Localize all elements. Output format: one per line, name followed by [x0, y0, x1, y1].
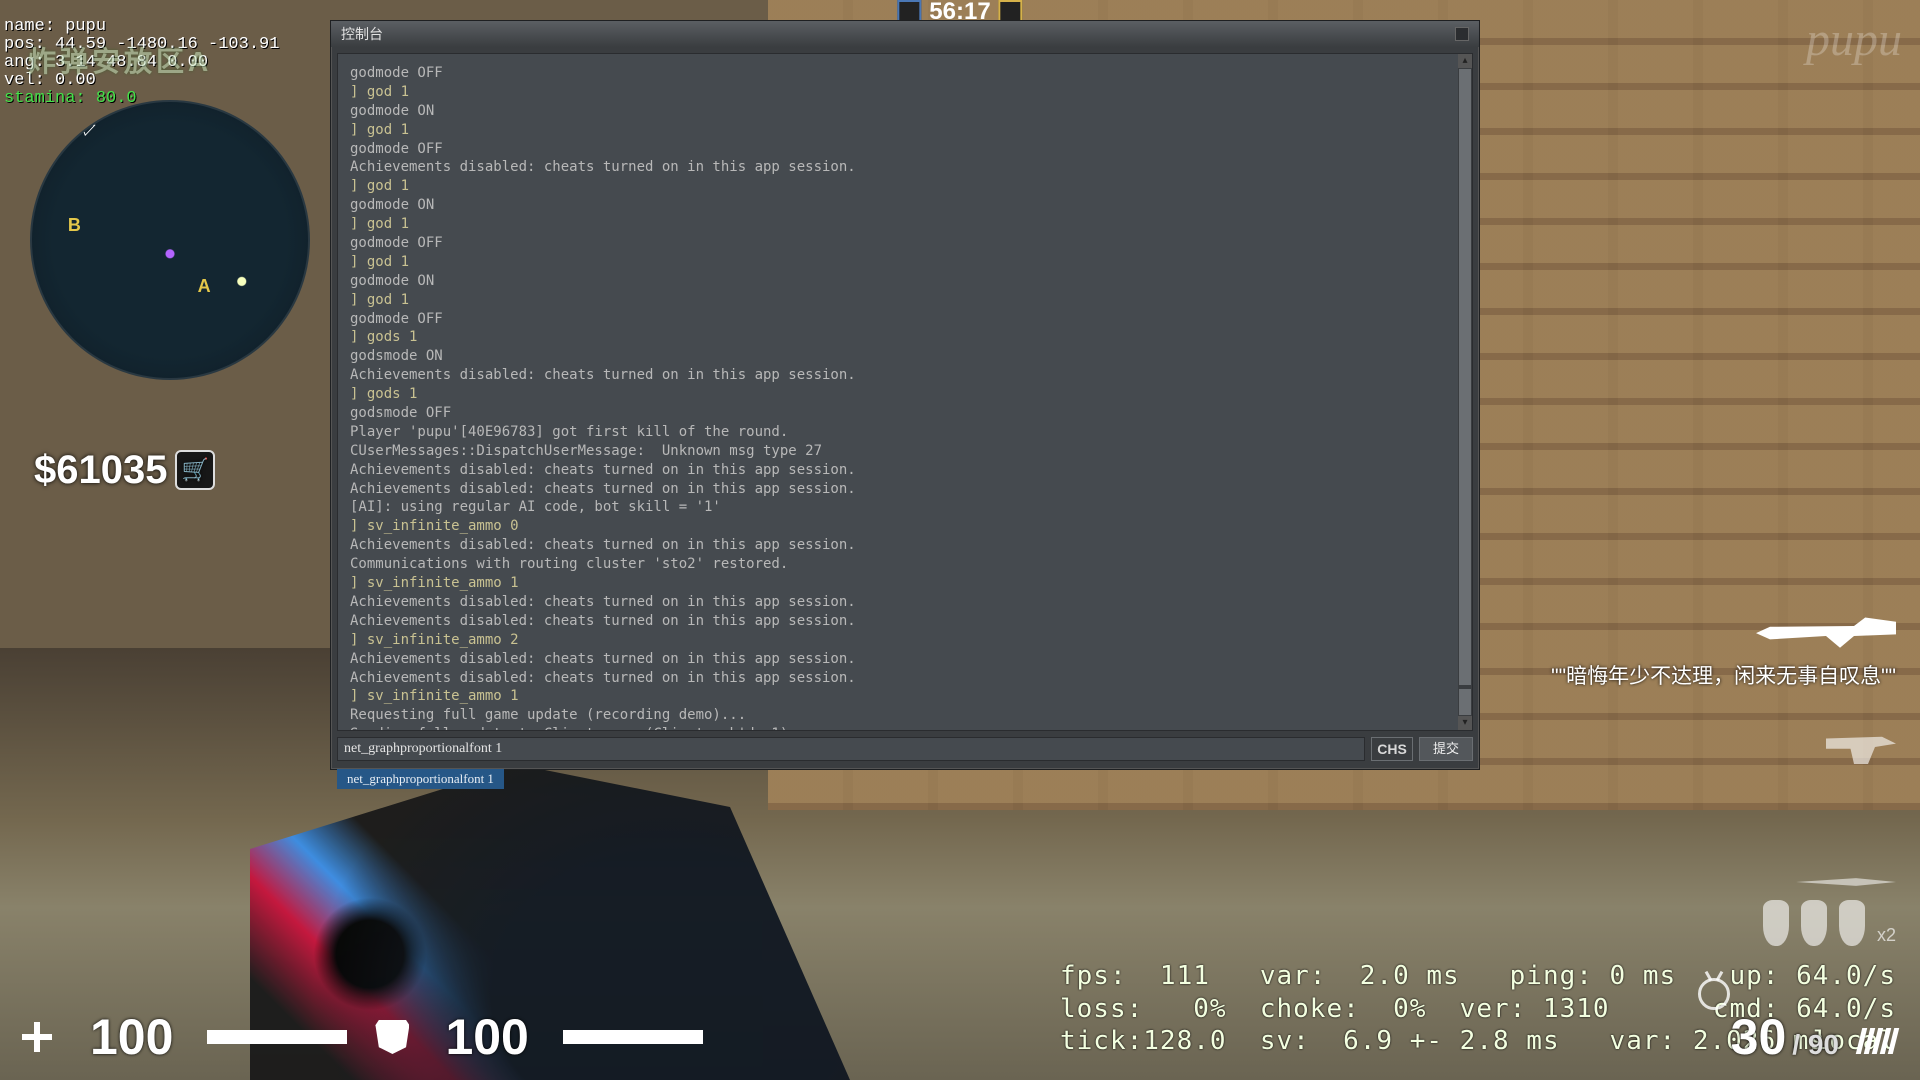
weapon-panel: ""暗悔年少不达理，闲来无事自叹息"" — [1551, 610, 1896, 895]
armor-bar — [563, 1030, 703, 1044]
console-line: Achievements disabled: cheats turned on … — [350, 536, 1460, 555]
console-line: godmode ON — [350, 196, 1460, 215]
console-output[interactable]: godmode OFF] god 1godmode ON] god 1godmo… — [337, 53, 1473, 731]
ammo-bullets-icon — [1859, 1028, 1896, 1054]
scroll-up-button[interactable]: ▴ — [1458, 54, 1472, 68]
primary-weapon-name: ""暗悔年少不达理，闲来无事自叹息"" — [1551, 660, 1896, 690]
console-line: Achievements disabled: cheats turned on … — [350, 461, 1460, 480]
player-watermark: pupu — [1806, 16, 1902, 64]
console-line: ] god 1 — [350, 215, 1460, 234]
defuser-icon — [1698, 978, 1730, 1010]
ammo-clip: 30 — [1731, 1012, 1787, 1062]
radar-site-b: B — [68, 215, 81, 236]
console-submit-button[interactable]: 提交 — [1419, 737, 1473, 761]
health-bar — [207, 1030, 347, 1044]
flash-grenade-icon — [1839, 900, 1865, 946]
console-line: ] gods 1 — [350, 328, 1460, 347]
console-line: godmode OFF — [350, 64, 1460, 83]
site-callout: 炸弹安放区A — [28, 40, 212, 80]
netgraph-line3: tick:128.0 sv: 6.9 +- 2.8 ms var: 2.026 … — [1060, 1026, 1826, 1056]
console-titlebar[interactable]: 控制台 — [331, 21, 1479, 47]
console-line: godsmode OFF — [350, 404, 1460, 423]
console-line: Sending full update to Client pupu (Clie… — [350, 725, 1460, 731]
money-amount: $61035 — [34, 450, 167, 490]
secondary-weapon-icon — [1826, 730, 1896, 764]
he-grenade-icon — [1801, 900, 1827, 946]
console-line: Achievements disabled: cheats turned on … — [350, 650, 1460, 669]
console-line: ] sv_infinite_ammo 1 — [350, 574, 1460, 593]
console-scrollbar[interactable]: ▴ ▾ — [1458, 54, 1472, 730]
ammo-reserve: / 90 — [1792, 1031, 1839, 1059]
health-icon — [20, 1020, 54, 1054]
developer-console[interactable]: 控制台 godmode OFF] god 1godmode ON] god 1g… — [330, 20, 1480, 770]
console-line: Achievements disabled: cheats turned on … — [350, 593, 1460, 612]
console-input[interactable] — [337, 737, 1365, 761]
hud-health-armor: 100 100 — [20, 1012, 703, 1062]
scroll-thumb[interactable] — [1459, 69, 1471, 685]
smoke-grenade-icon — [1763, 900, 1789, 946]
showpos-name: name: pupu — [4, 17, 106, 36]
console-line: godmode ON — [350, 102, 1460, 121]
console-line: Achievements disabled: cheats turned on … — [350, 612, 1460, 631]
console-line: ] god 1 — [350, 253, 1460, 272]
console-line: CUserMessages::DispatchUserMessage: Unkn… — [350, 442, 1460, 461]
console-line: godmode OFF — [350, 310, 1460, 329]
console-line: Achievements disabled: cheats turned on … — [350, 480, 1460, 499]
console-line: Requesting full game update (recording d… — [350, 706, 1460, 725]
knife-icon — [1796, 869, 1896, 895]
console-line: godmode OFF — [350, 140, 1460, 159]
console-close-button[interactable] — [1455, 27, 1469, 41]
netgraph-line1: fps: 111 var: 2.0 ms ping: 0 ms — [1060, 961, 1676, 991]
console-line: godmode ON — [350, 272, 1460, 291]
console-line: ] sv_infinite_ammo 0 — [350, 517, 1460, 536]
console-line: Achievements disabled: cheats turned on … — [350, 366, 1460, 385]
console-line: godsmode ON — [350, 347, 1460, 366]
console-line: [AI]: using regular AI code, bot skill =… — [350, 498, 1460, 517]
console-line: ] sv_infinite_ammo 2 — [350, 631, 1460, 650]
console-autocomplete[interactable]: net_graphproportionalfont 1 — [337, 769, 504, 789]
buy-menu-icon[interactable]: 🛒 — [175, 450, 215, 490]
console-input-row: CHS 提交 net_graphproportionalfont 1 — [331, 737, 1479, 769]
radar-north-icon: ▷ — [78, 114, 98, 138]
ammo-display: 30 / 90 — [1731, 1012, 1896, 1062]
console-title-text: 控制台 — [341, 24, 383, 44]
armor-value: 100 — [445, 1012, 528, 1062]
armor-icon — [375, 1020, 409, 1054]
flash-count: x2 — [1877, 925, 1896, 946]
health-value: 100 — [90, 1012, 173, 1062]
console-line: Achievements disabled: cheats turned on … — [350, 158, 1460, 177]
primary-weapon-icon — [1756, 610, 1896, 652]
console-line: ] sv_infinite_ammo 1 — [350, 687, 1460, 706]
netgraph-line2: loss: 0% choke: 0% ver: 1310 — [1060, 994, 1610, 1024]
console-line: ] god 1 — [350, 177, 1460, 196]
grenade-row: x2 — [1763, 900, 1896, 946]
scroll-thumb-end[interactable] — [1459, 689, 1471, 715]
ime-indicator[interactable]: CHS — [1371, 737, 1413, 761]
console-line: ] god 1 — [350, 83, 1460, 102]
console-line: godmode OFF — [350, 234, 1460, 253]
money-display: $61035 🛒 — [34, 450, 215, 490]
console-line: Player 'pupu'[40E96783] got first kill o… — [350, 423, 1460, 442]
console-line: Achievements disabled: cheats turned on … — [350, 669, 1460, 688]
radar: ▷ B A — [30, 100, 310, 380]
console-line: Communications with routing cluster 'sto… — [350, 555, 1460, 574]
radar-site-a: A — [198, 276, 211, 297]
console-line: ] god 1 — [350, 291, 1460, 310]
netgraph-up: up: 64.0/s — [1729, 961, 1896, 991]
scroll-down-button[interactable]: ▾ — [1458, 716, 1472, 730]
console-line: ] god 1 — [350, 121, 1460, 140]
console-line: ] gods 1 — [350, 385, 1460, 404]
